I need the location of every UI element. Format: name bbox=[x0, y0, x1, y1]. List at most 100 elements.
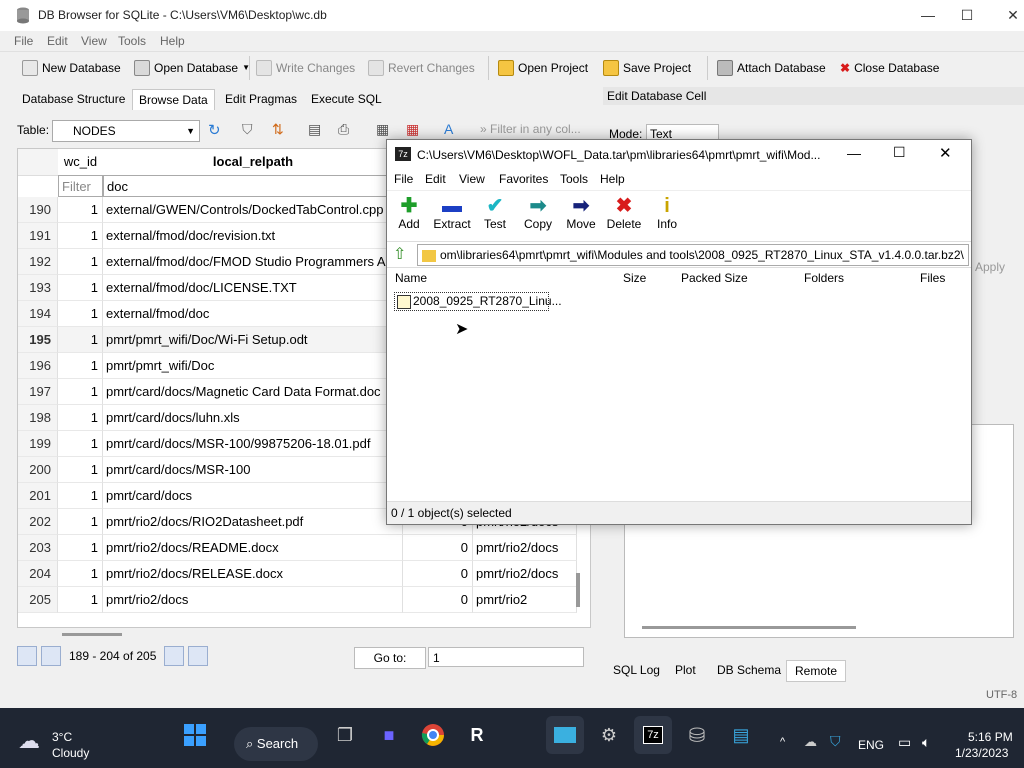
tab-db-schema[interactable]: DB Schema bbox=[709, 660, 789, 680]
goto-input[interactable]: 1 bbox=[428, 647, 584, 667]
table-row[interactable]: 203 1 pmrt/rio2/docs/README.docx 0 pmrt/rio2… bbox=[18, 535, 590, 561]
wc-id-cell[interactable]: 1 bbox=[58, 483, 103, 509]
maximize-button[interactable]: ☐ bbox=[944, 0, 990, 31]
7zip-add-button[interactable]: ✚ Add bbox=[387, 195, 431, 231]
last-record-button[interactable] bbox=[188, 646, 209, 666]
tab-edit-pragmas[interactable]: Edit Pragmas bbox=[219, 89, 303, 109]
weather-temp[interactable]: 3°C bbox=[52, 730, 72, 744]
tab-plot[interactable]: Plot bbox=[667, 660, 704, 680]
goto-button[interactable]: Go to: bbox=[354, 647, 426, 669]
wc-id-cell[interactable]: 1 bbox=[58, 587, 103, 613]
local-relpath-cell[interactable]: pmrt/rio2/docs bbox=[103, 587, 403, 613]
save-project-button[interactable]: Save Project bbox=[603, 57, 691, 79]
column-cell[interactable]: pmrt/rio2 bbox=[473, 587, 577, 613]
language-indicator[interactable]: ENG bbox=[858, 738, 884, 752]
wc-id-cell[interactable]: 1 bbox=[58, 301, 103, 327]
wc-id-cell[interactable]: 1 bbox=[58, 535, 103, 561]
menu-edit[interactable]: Edit bbox=[47, 34, 68, 48]
7zip-address-input[interactable]: om\libraries64\pmrt\pmrt_wifi\Modules an… bbox=[417, 244, 969, 266]
wc-id-cell[interactable]: 1 bbox=[58, 353, 103, 379]
wc-id-cell[interactable]: 1 bbox=[58, 509, 103, 535]
save-table-icon[interactable]: ▤ bbox=[308, 121, 326, 139]
revert-changes-button[interactable]: Revert Changes bbox=[368, 57, 475, 79]
cloud-icon[interactable]: ☁ bbox=[18, 728, 40, 754]
local-relpath-cell[interactable]: pmrt/card/docs bbox=[103, 483, 403, 509]
7zip-menu-edit[interactable]: Edit bbox=[425, 172, 446, 186]
7zip-maximize-button[interactable]: ☐ bbox=[893, 144, 906, 161]
network-tool-icon[interactable]: ⚙ bbox=[590, 716, 628, 754]
open-project-button[interactable]: Open Project bbox=[498, 57, 588, 79]
up-folder-icon[interactable]: ⇧ bbox=[393, 244, 406, 264]
wc-id-cell[interactable]: 1 bbox=[58, 431, 103, 457]
local-relpath-cell[interactable]: external/fmod/doc bbox=[103, 301, 403, 327]
menu-view[interactable]: View bbox=[81, 34, 107, 48]
first-record-button[interactable] bbox=[17, 646, 37, 666]
local-relpath-cell[interactable]: external/GWEN/Controls/DockedTabControl.… bbox=[103, 197, 403, 223]
table-row[interactable]: 204 1 pmrt/rio2/docs/RELEASE.docx 0 pmrt/rio… bbox=[18, 561, 590, 587]
menu-file[interactable]: File bbox=[14, 34, 33, 48]
list-item[interactable]: 2008_0925_RT2870_Linu... bbox=[394, 292, 562, 311]
menu-help[interactable]: Help bbox=[160, 34, 185, 48]
wc-id-cell[interactable]: 1 bbox=[58, 223, 103, 249]
open-database-button[interactable]: Open Database ▼ bbox=[134, 57, 250, 79]
7zip-close-button[interactable]: ✕ bbox=[939, 144, 952, 162]
local-relpath-cell[interactable]: pmrt/rio2/docs/RIO2Datasheet.pdf bbox=[103, 509, 403, 535]
table-select[interactable]: NODES ▼ bbox=[52, 120, 200, 142]
wc-id-cell[interactable]: 1 bbox=[58, 561, 103, 587]
defender-icon[interactable]: ⛉ bbox=[830, 733, 841, 750]
insert-record-icon[interactable]: ▦ bbox=[376, 121, 394, 139]
column-files[interactable]: Files bbox=[920, 267, 945, 289]
close-button[interactable]: ✕ bbox=[990, 0, 1024, 31]
column-name[interactable]: Name bbox=[395, 267, 427, 289]
7zip-taskbar-icon[interactable]: 7z bbox=[634, 716, 672, 754]
7zip-menu-tools[interactable]: Tools bbox=[560, 172, 588, 186]
notepad-icon[interactable]: ▤ bbox=[722, 716, 760, 754]
local-relpath-cell[interactable]: pmrt/pmrt_wifi/Doc/Wi-Fi Setup.odt bbox=[103, 327, 403, 353]
wc-id-cell[interactable]: 1 bbox=[58, 457, 103, 483]
filter-local-relpath-input[interactable]: doc bbox=[103, 175, 403, 197]
print-icon[interactable]: ⎙ bbox=[338, 121, 356, 139]
teams-icon[interactable]: ■ bbox=[370, 716, 408, 754]
volume-icon[interactable]: 🔈︎ bbox=[922, 734, 930, 751]
tab-remote[interactable]: Remote bbox=[786, 660, 847, 682]
7zip-menu-favorites[interactable]: Favorites bbox=[499, 172, 548, 186]
local-relpath-cell[interactable]: pmrt/pmrt_wifi/Doc bbox=[103, 353, 403, 379]
clock-date[interactable]: 1/23/2023 bbox=[955, 746, 1008, 760]
local-relpath-cell[interactable]: pmrt/card/docs/MSR-100 bbox=[103, 457, 403, 483]
previous-record-button[interactable] bbox=[41, 646, 61, 666]
wc-id-cell[interactable]: 1 bbox=[58, 249, 103, 275]
delete-record-icon[interactable]: ▦ bbox=[406, 121, 424, 139]
close-database-button[interactable]: ✖ Close Database bbox=[840, 57, 939, 79]
attach-database-button[interactable]: Attach Database bbox=[717, 57, 826, 79]
write-changes-button[interactable]: Write Changes bbox=[256, 57, 355, 79]
search-button[interactable]: ⌕ Search bbox=[234, 727, 318, 761]
horizontal-scrollbar[interactable] bbox=[62, 633, 122, 636]
7zip-delete-button[interactable]: ✖ Delete bbox=[602, 195, 646, 231]
column-cell[interactable]: pmrt/rio2/docs bbox=[473, 561, 577, 587]
onedrive-icon[interactable]: ☁ bbox=[804, 734, 817, 750]
start-icon[interactable] bbox=[176, 716, 214, 754]
local-relpath-cell[interactable]: pmrt/rio2/docs/README.docx bbox=[103, 535, 403, 561]
menu-tools[interactable]: Tools bbox=[118, 34, 146, 48]
clear-sort-icon[interactable]: ⇅ bbox=[272, 121, 290, 139]
local-relpath-cell[interactable]: external/fmod/doc/revision.txt bbox=[103, 223, 403, 249]
7zip-menu-file[interactable]: File bbox=[394, 172, 413, 186]
column-cell[interactable]: 0 bbox=[403, 535, 473, 561]
local-relpath-cell[interactable]: pmrt/rio2/docs/RELEASE.docx bbox=[103, 561, 403, 587]
column-cell[interactable]: 0 bbox=[403, 561, 473, 587]
column-packed-size[interactable]: Packed Size bbox=[681, 267, 748, 289]
new-database-button[interactable]: New Database bbox=[22, 57, 121, 79]
clear-filters-icon[interactable]: ⛉ bbox=[242, 121, 260, 139]
column-cell[interactable]: pmrt/rio2/docs bbox=[473, 535, 577, 561]
column-cell[interactable]: 0 bbox=[403, 587, 473, 613]
local-relpath-cell[interactable]: pmrt/card/docs/Magnetic Card Data Format… bbox=[103, 379, 403, 405]
table-row[interactable]: 205 1 pmrt/rio2/docs 0 pmrt/rio2 bbox=[18, 587, 590, 613]
column-header-local-relpath[interactable]: local_relpath bbox=[103, 149, 404, 176]
local-relpath-cell[interactable]: external/fmod/doc/FMOD Studio Programmer… bbox=[103, 249, 403, 275]
local-relpath-cell[interactable]: pmrt/card/docs/luhn.xls bbox=[103, 405, 403, 431]
r-app-icon[interactable]: R bbox=[458, 716, 496, 754]
7zip-info-button[interactable]: i Info bbox=[645, 195, 689, 231]
apply-button[interactable]: Apply bbox=[975, 260, 1005, 274]
7zip-test-button[interactable]: ✔ Test bbox=[473, 195, 517, 231]
display-icon[interactable]: ▭ bbox=[898, 734, 911, 751]
